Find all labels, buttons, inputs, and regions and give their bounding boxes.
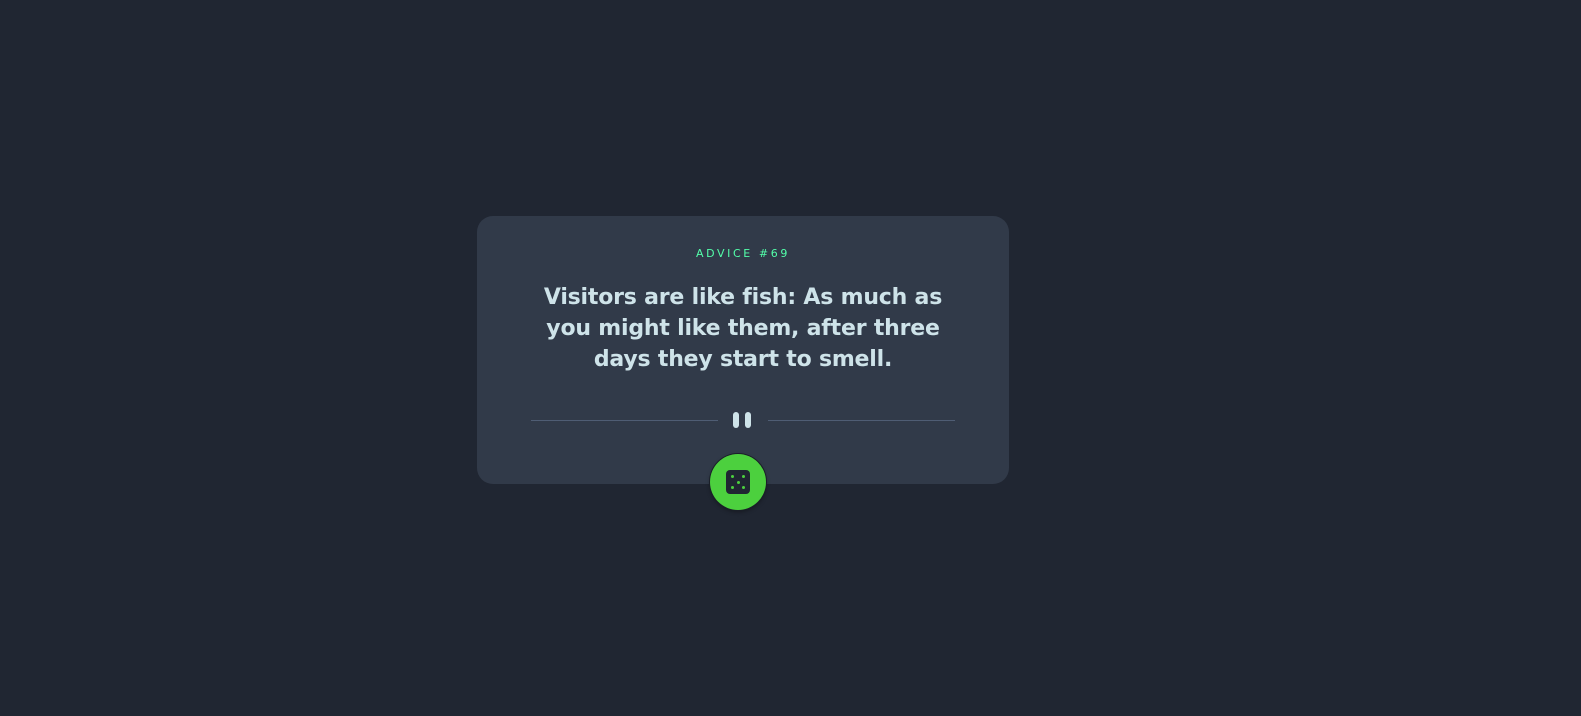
advice-id-label: ADVICE #69 <box>696 247 790 260</box>
advice-quote: Visitors are like fish: As much as you m… <box>543 285 943 372</box>
advice-card: ADVICE #69 Visitors are like fish: As mu… <box>477 216 1009 484</box>
pattern-divider <box>531 412 955 428</box>
divider-line-right <box>768 420 955 421</box>
pause-icon <box>733 412 753 428</box>
dice-icon <box>726 470 750 494</box>
divider-line-left <box>531 420 718 421</box>
new-advice-button[interactable] <box>710 454 766 510</box>
